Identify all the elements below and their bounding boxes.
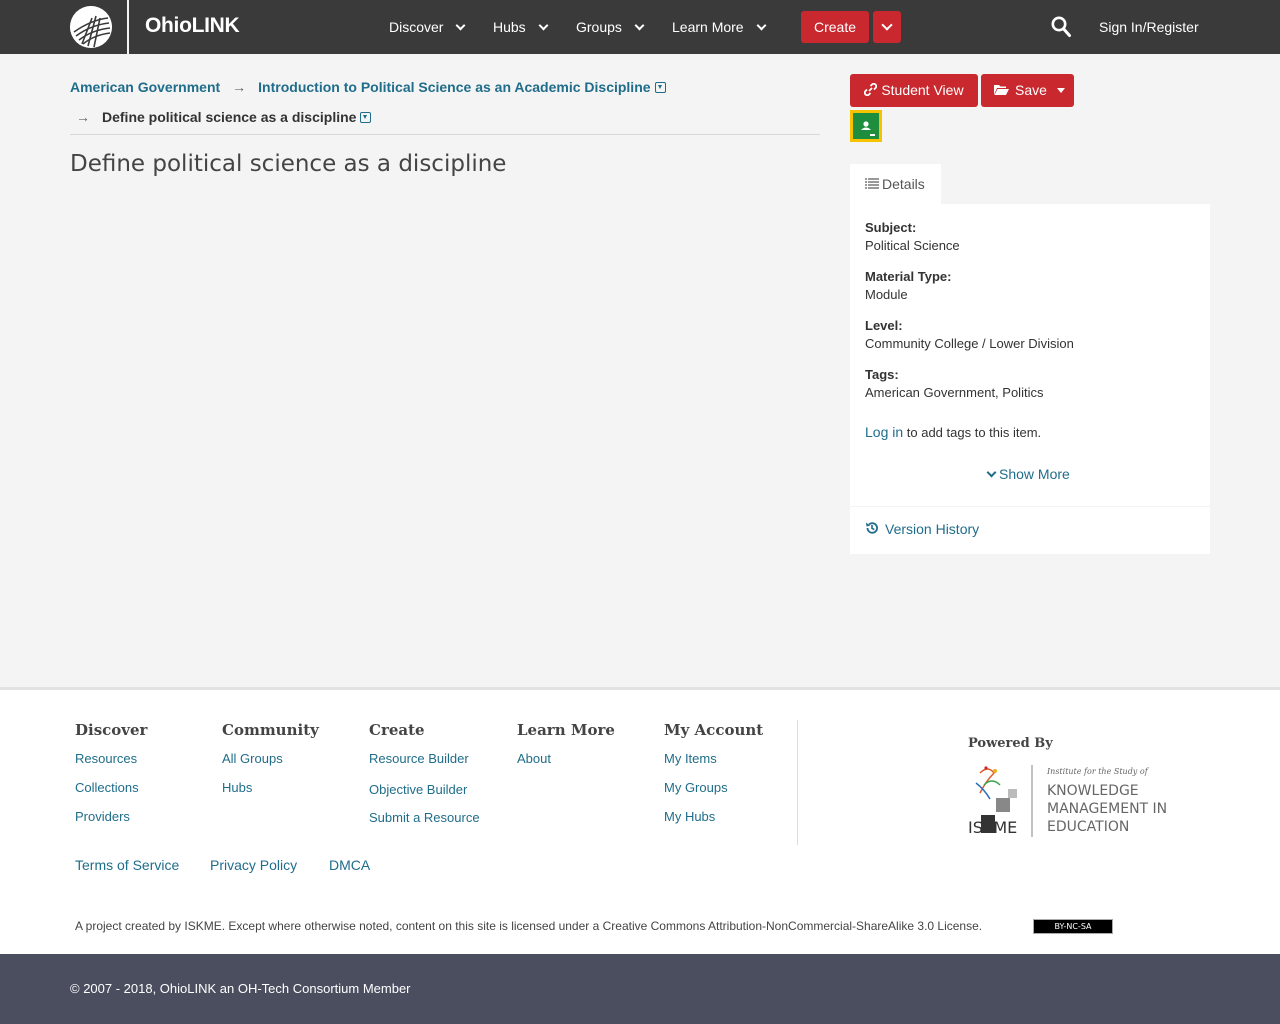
footer-link-all-groups[interactable]: All Groups <box>222 751 283 766</box>
subject-label: Subject: <box>865 220 917 235</box>
footer-link-my-items[interactable]: My Items <box>664 751 717 766</box>
login-suffix: to add tags to this item. <box>903 425 1042 440</box>
copyright-text: © 2007 - 2018, OhioLINK an OH-Tech Conso… <box>70 981 411 996</box>
iskme-institute-text: Institute for the Study of <box>1046 767 1150 776</box>
top-navbar: OhioLINK Discover Hubs Groups Learn More… <box>0 0 1280 54</box>
version-history-panel: Version History <box>850 507 1210 554</box>
breadcrumb-introduction[interactable]: Introduction to Political Science as an … <box>258 79 650 95</box>
chevron-down-icon <box>756 20 767 31</box>
page-title: Define political science as a discipline <box>70 151 507 177</box>
footer-link-resource-builder[interactable]: Resource Builder <box>369 751 469 766</box>
copyright-bar: © 2007 - 2018, OhioLINK an OH-Tech Conso… <box>0 954 1280 1024</box>
iskme-education-text: EDUCATION <box>1047 819 1129 835</box>
chevron-down-icon <box>881 19 893 31</box>
iskme-logo[interactable]: ISKME Institute for the Study of KNOWLED… <box>968 763 1173 839</box>
creative-commons-badge[interactable]: BY-NC-SA <box>1033 919 1113 934</box>
footer-link-about[interactable]: About <box>517 751 551 766</box>
google-classroom-share-button[interactable] <box>850 110 882 142</box>
show-more-link[interactable]: Show More <box>986 466 1070 482</box>
ohiolink-logo-icon[interactable] <box>70 6 112 48</box>
breadcrumb-arrow: → <box>76 109 90 125</box>
save-button[interactable]: Save <box>981 74 1074 107</box>
sign-in-register-link[interactable]: Sign In/Register <box>1099 0 1199 54</box>
version-history-label: Version History <box>885 521 980 537</box>
footer-heading-my-account: My Account <box>664 721 764 739</box>
powered-by-label: Powered By <box>968 736 1053 751</box>
nav-learn-more-label: Learn More <box>672 19 744 35</box>
student-view-button[interactable]: Student View <box>850 74 978 107</box>
chevron-down-icon <box>634 20 645 31</box>
tab-details[interactable]: Details <box>850 164 941 204</box>
material-type-value: Module <box>865 287 908 302</box>
tags-label: Tags: <box>865 367 899 382</box>
nav-hubs[interactable]: Hubs <box>493 0 549 54</box>
iskme-knowledge-text: KNOWLEDGE <box>1047 783 1139 799</box>
brand-name[interactable]: OhioLINK <box>145 14 240 38</box>
history-icon <box>866 522 878 534</box>
dmca-link[interactable]: DMCA <box>329 857 370 873</box>
iskme-wordmark: ISKME <box>968 818 1017 837</box>
nav-groups[interactable]: Groups <box>576 0 645 54</box>
level-value: Community College / Lower Division <box>865 336 1074 351</box>
level-label: Level: <box>865 318 903 333</box>
nav-hubs-label: Hubs <box>493 19 526 35</box>
footer-link-providers[interactable]: Providers <box>75 809 130 824</box>
google-classroom-icon <box>853 113 879 139</box>
create-dropdown-button[interactable] <box>873 11 901 43</box>
link-icon <box>864 82 878 97</box>
footer-heading-community: Community <box>222 721 319 739</box>
show-more-label: Show More <box>999 466 1070 482</box>
log-in-link[interactable]: Log in <box>865 424 903 440</box>
material-type-label: Material Type: <box>865 269 952 284</box>
list-icon <box>865 178 879 189</box>
iskme-management-text: MANAGEMENT IN <box>1047 801 1167 817</box>
footer-link-hubs[interactable]: Hubs <box>222 780 252 795</box>
breadcrumb-divider <box>70 134 820 135</box>
footer-heading-create: Create <box>369 721 425 739</box>
footer-link-my-hubs[interactable]: My Hubs <box>664 809 715 824</box>
tab-details-label: Details <box>882 176 925 192</box>
license-text: A project created by ISKME. Except where… <box>75 919 983 933</box>
breadcrumb-current: Define political science as a discipline <box>102 109 357 125</box>
cc-badge-label: BY-NC-SA <box>1054 922 1092 931</box>
footer-link-objective-builder[interactable]: Objective Builder <box>369 782 467 797</box>
footer-link-resources[interactable]: Resources <box>75 751 137 766</box>
breadcrumb-row-2: → Define political science as a disciplin… <box>76 109 372 125</box>
folder-open-icon <box>994 85 1009 95</box>
breadcrumb-arrow: → <box>232 79 247 95</box>
nav-discover-label: Discover <box>389 19 444 35</box>
footer-link-submit-resource[interactable]: Submit a Resource <box>369 810 480 825</box>
footer-heading-learn-more: Learn More <box>517 721 615 739</box>
search-icon[interactable] <box>1051 16 1071 38</box>
logo-divider <box>127 0 129 54</box>
footer: Discover Resources Collections Providers… <box>0 687 1280 954</box>
nav-discover[interactable]: Discover <box>389 0 466 54</box>
details-panel: Subject: Political Science Material Type… <box>850 204 1210 506</box>
chevron-down-icon <box>456 20 466 31</box>
chevron-down-icon <box>986 467 997 478</box>
caret-square-down-icon[interactable] <box>360 112 372 123</box>
privacy-policy-link[interactable]: Privacy Policy <box>210 857 297 873</box>
caret-down-icon <box>1056 88 1065 93</box>
tags-value: American Government, Politics <box>865 385 1044 400</box>
create-button[interactable]: Create <box>801 11 869 43</box>
version-history-link[interactable]: Version History <box>865 520 979 537</box>
chevron-down-icon <box>538 20 549 31</box>
subject-value: Political Science <box>865 238 960 253</box>
save-label: Save <box>1015 82 1047 98</box>
footer-link-collections[interactable]: Collections <box>75 780 139 795</box>
breadcrumb-american-government[interactable]: American Government <box>70 79 220 95</box>
footer-heading-discover: Discover <box>75 721 148 739</box>
breadcrumb: American Government → Introduction to Poli… <box>70 79 666 95</box>
nav-learn-more[interactable]: Learn More <box>672 0 767 54</box>
terms-of-service-link[interactable]: Terms of Service <box>75 857 179 873</box>
footer-link-my-groups[interactable]: My Groups <box>664 780 728 795</box>
nav-groups-label: Groups <box>576 19 622 35</box>
footer-divider <box>797 720 798 845</box>
login-to-tag-text: Log in to add tags to this item. <box>865 424 1041 440</box>
caret-square-down-icon[interactable] <box>654 82 666 93</box>
student-view-label: Student View <box>881 82 964 98</box>
